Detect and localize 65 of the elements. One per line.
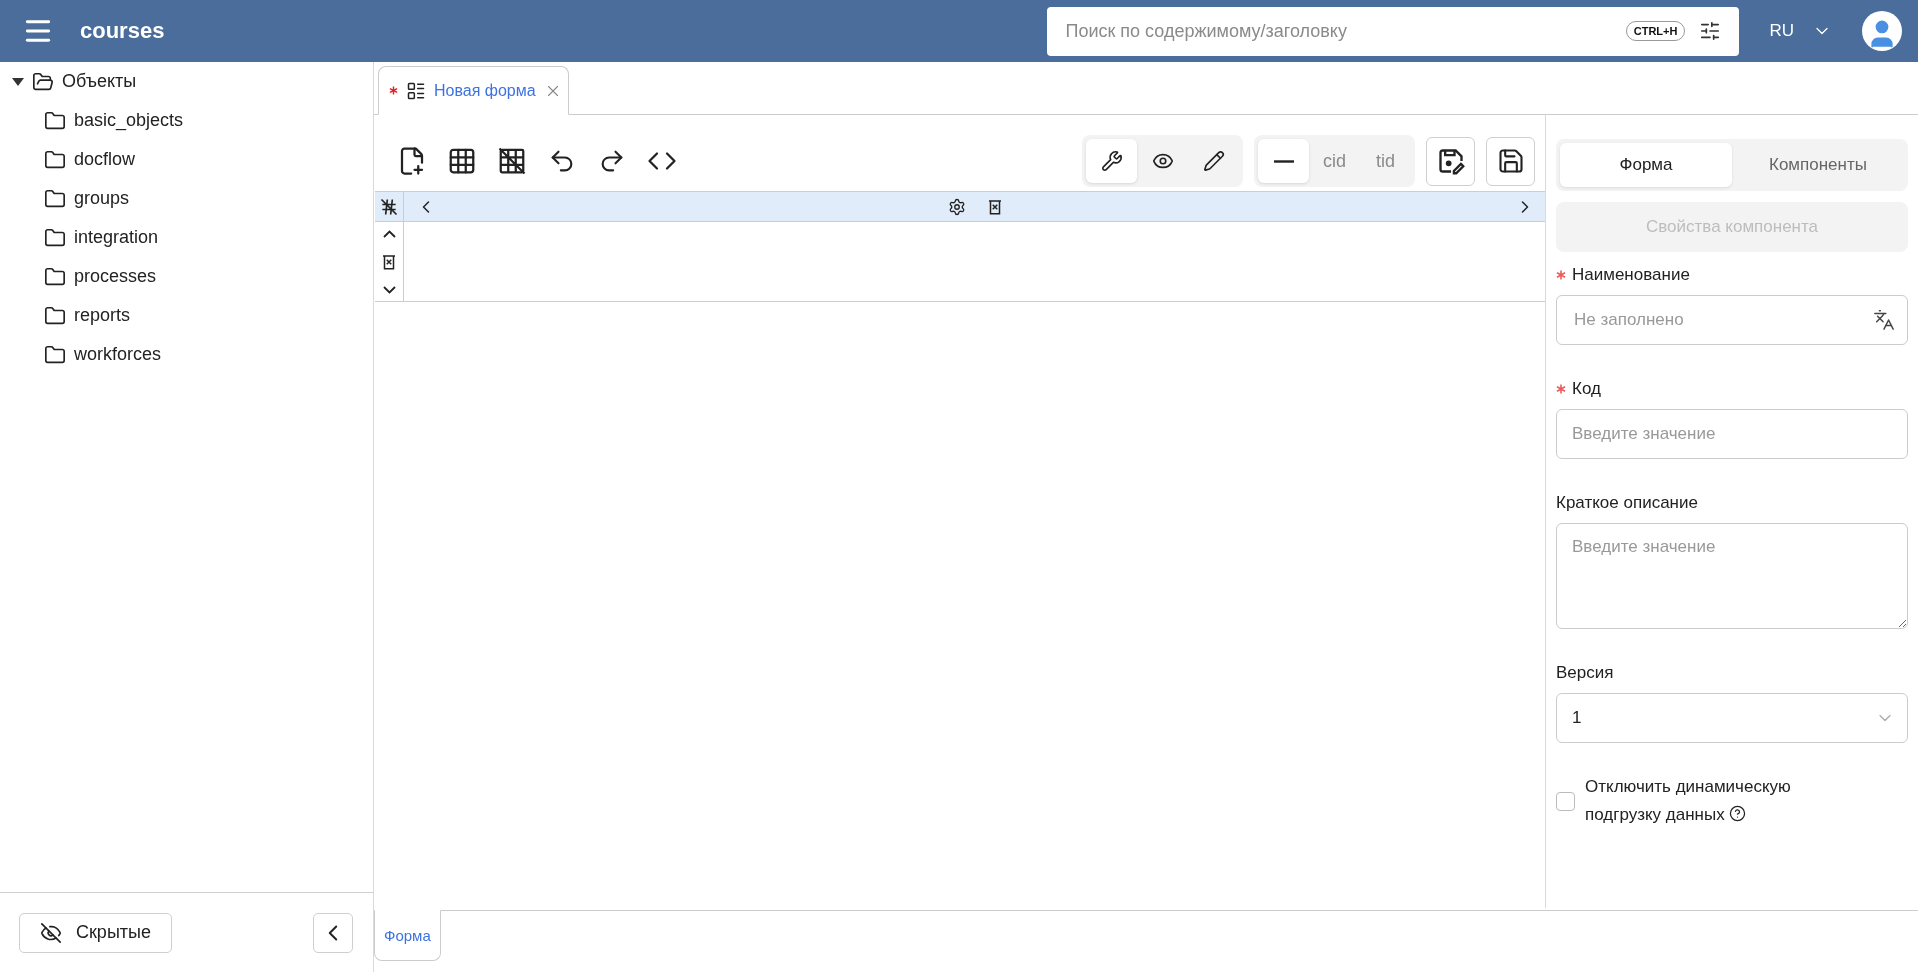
hash-off-button[interactable] xyxy=(379,196,399,217)
tree-item[interactable]: basic_objects xyxy=(74,110,184,131)
wrench-button[interactable] xyxy=(1086,139,1137,183)
hash-off-icon xyxy=(379,196,399,217)
floppy-pencil-icon xyxy=(1436,147,1465,175)
folder-icon xyxy=(44,187,66,210)
tree-item[interactable]: docflow xyxy=(74,149,136,170)
folder-icon xyxy=(44,265,66,288)
select-value: 1 xyxy=(1572,708,1582,728)
tree-item[interactable]: integration xyxy=(74,227,159,248)
save-as-button[interactable] xyxy=(1426,136,1475,186)
checkbox[interactable] xyxy=(1556,791,1575,811)
folder-icon xyxy=(44,109,66,132)
field-label: Наименование xyxy=(1572,265,1690,285)
translate-icon[interactable] xyxy=(1873,309,1895,331)
app-title: courses xyxy=(80,18,166,44)
folder-icon xyxy=(44,343,66,366)
input-field[interactable]: Введите значение xyxy=(1556,409,1908,459)
grid-off-icon xyxy=(497,146,527,176)
folder-icon xyxy=(44,304,66,327)
help-icon[interactable] xyxy=(1729,805,1747,822)
save-button[interactable] xyxy=(1486,136,1535,186)
chevron-up-icon xyxy=(382,229,396,238)
settings-button[interactable] xyxy=(947,197,966,216)
panel-tab[interactable]: Форма xyxy=(1560,143,1732,187)
collapse-button[interactable] xyxy=(313,912,353,953)
search-bar[interactable]: Поиск по содержимому/заголовку CTRL+H xyxy=(1047,6,1740,56)
tree-item[interactable]: groups xyxy=(74,188,130,209)
panel-tab[interactable]: Компоненты xyxy=(1732,143,1904,187)
folder-icon xyxy=(44,148,66,171)
field-label: Код xyxy=(1572,379,1601,399)
gear-icon xyxy=(947,197,966,216)
tree-item[interactable]: reports xyxy=(74,305,131,326)
bottom-tab[interactable]: Форма xyxy=(374,910,441,961)
description-field[interactable]: Введите значение xyxy=(1556,523,1908,629)
editor-tab[interactable]: Новая форма xyxy=(378,66,569,115)
up-arrow-button[interactable] xyxy=(382,229,396,238)
grid-icon xyxy=(447,146,477,176)
wrench-icon xyxy=(1100,150,1123,172)
pencil-icon xyxy=(1202,150,1225,172)
chevron-down-icon xyxy=(382,285,396,294)
down-arrow-button[interactable] xyxy=(382,285,396,294)
eye-off-icon xyxy=(40,921,62,944)
tab-label[interactable]: Новая форма xyxy=(434,81,536,100)
tree-item[interactable]: workforces xyxy=(74,344,162,365)
avatar[interactable] xyxy=(1862,11,1902,51)
delete-row-button[interactable] xyxy=(380,252,398,271)
sliders-icon[interactable] xyxy=(1699,20,1722,42)
version-select[interactable]: 1 xyxy=(1556,693,1908,743)
field-label: Краткое описание xyxy=(1556,493,1698,513)
floppy-icon xyxy=(1496,147,1525,175)
tree-item[interactable]: processes xyxy=(74,266,157,287)
hidden-button[interactable]: Скрытые xyxy=(19,912,172,953)
caret-icon[interactable] xyxy=(12,77,24,86)
open-folder-icon xyxy=(32,70,54,93)
list-icon xyxy=(406,80,426,101)
language-dropdown[interactable]: RU xyxy=(1769,21,1832,41)
checkbox-label: Отключить динамическую подгрузку данных xyxy=(1585,776,1792,826)
tree-item[interactable]: Объекты xyxy=(62,71,137,92)
folder-icon xyxy=(44,226,66,249)
name-field-box[interactable]: Не заполнено xyxy=(1556,295,1908,345)
bin-x-icon xyxy=(380,252,398,271)
minus-icon xyxy=(1273,159,1294,163)
field-label: Версия xyxy=(1556,663,1614,683)
dash-button[interactable] xyxy=(1258,139,1309,183)
